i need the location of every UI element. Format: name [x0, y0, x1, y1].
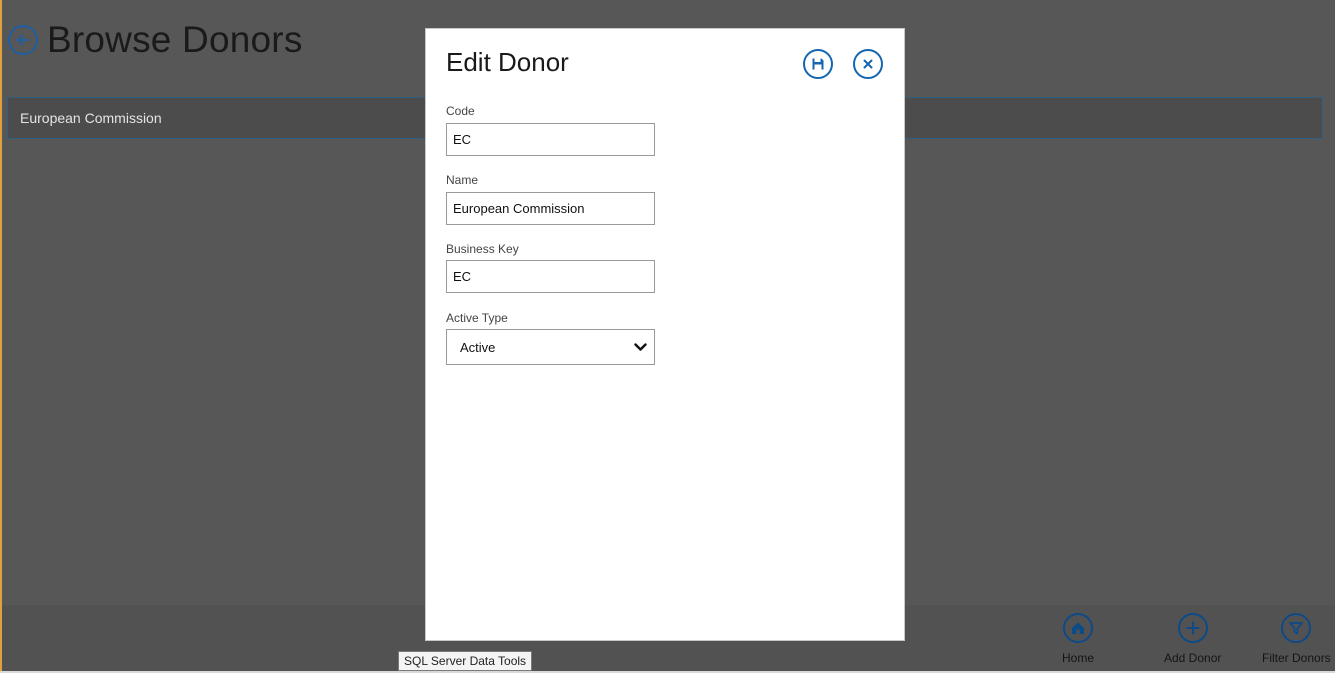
add-donor-label: Add Donor: [1164, 651, 1222, 665]
dialog-title: Edit Donor: [446, 47, 569, 77]
business-key-label: Business Key: [446, 242, 519, 256]
filter-icon: [1289, 622, 1304, 635]
code-field[interactable]: [446, 123, 655, 156]
business-key-field[interactable]: [446, 260, 655, 293]
save-button[interactable]: [803, 49, 833, 79]
close-icon: [863, 59, 873, 69]
filter-donors-label: Filter Donors: [1262, 651, 1331, 665]
list-item-label: European Commission: [20, 110, 162, 126]
page-header: Browse Donors: [8, 18, 303, 62]
back-button[interactable]: [8, 25, 38, 55]
add-donor-button[interactable]: Add Donor: [1164, 613, 1221, 665]
save-icon: [812, 58, 824, 70]
tooltip: SQL Server Data Tools: [398, 651, 533, 671]
close-button[interactable]: [853, 49, 883, 79]
active-type-label: Active Type: [446, 311, 508, 325]
name-label: Name: [446, 173, 479, 187]
plus-icon: [1186, 621, 1200, 635]
code-label: Code: [446, 104, 475, 118]
active-type-value: Active: [460, 339, 496, 355]
filter-donors-button[interactable]: Filter Donors: [1262, 613, 1331, 665]
home-icon: [1072, 622, 1084, 634]
window-edge: [0, 0, 2, 673]
home-label: Home: [1062, 651, 1095, 665]
page-title: Browse Donors: [47, 19, 303, 60]
home-button[interactable]: Home: [1062, 613, 1094, 665]
back-arrow-icon: [17, 34, 29, 46]
chevron-down-icon: [634, 342, 647, 351]
name-field[interactable]: [446, 192, 655, 225]
edit-donor-dialog: Edit Donor Code Name Business Key Active…: [425, 28, 905, 641]
active-type-select[interactable]: Active: [446, 329, 655, 365]
